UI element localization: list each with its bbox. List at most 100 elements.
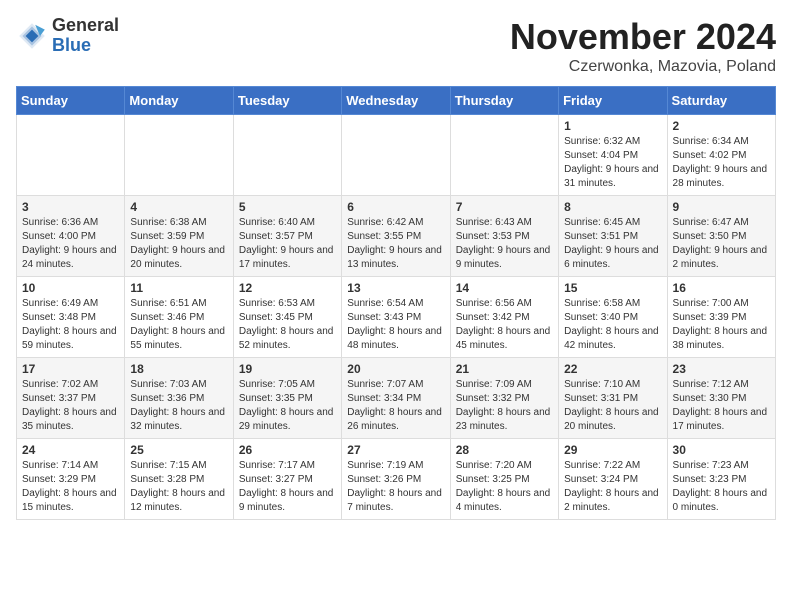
day-info: Sunrise: 6:51 AM Sunset: 3:46 PM Dayligh… [130,297,227,353]
calendar-cell: 12 Sunrise: 6:53 AM Sunset: 3:45 PM Dayli… [233,277,341,358]
location-subtitle: Czerwonka, Mazovia, Poland [510,58,776,76]
col-header-monday: Monday [125,87,233,115]
day-number: 13 [347,281,444,295]
calendar-cell: 5Sunrise: 6:40 AM Sunset: 3:57 PM Daylig… [233,196,341,277]
calendar-cell: 3 Sunrise: 6:36 AM Sunset: 4:00 PM Daylig… [17,196,125,277]
calendar-cell: 4 Sunrise: 6:38 AM Sunset: 3:59 PM Daylig… [125,196,233,277]
col-header-thursday: Thursday [450,87,558,115]
day-info: Sunrise: 6:43 AM Sunset: 3:53 PM Dayligh… [456,216,553,272]
calendar-cell: 10 Sunrise: 6:49 AM Sunset: 3:48 PM Dayli… [17,277,125,358]
calendar-cell [342,115,450,196]
calendar-cell: 27 Sunrise: 7:19 AM Sunset: 3:26 PM Dayli… [342,439,450,520]
calendar-cell: 23 Sunrise: 7:12 AM Sunset: 3:30 PM Dayli… [667,358,775,439]
calendar-cell: 20Sunrise: 7:07 AM Sunset: 3:34 PM Dayli… [342,358,450,439]
day-number: 3 [22,200,119,214]
calendar-cell: 28Sunrise: 7:20 AM Sunset: 3:25 PM Dayli… [450,439,558,520]
day-number: 21 [456,362,553,376]
calendar-cell: 30 Sunrise: 7:23 AM Sunset: 3:23 PM Dayli… [667,439,775,520]
calendar-cell: 18 Sunrise: 7:03 AM Sunset: 3:36 PM Dayli… [125,358,233,439]
day-number: 10 [22,281,119,295]
calendar-cell: 16 Sunrise: 7:00 AM Sunset: 3:39 PM Dayli… [667,277,775,358]
day-number: 16 [673,281,770,295]
day-info: Sunrise: 7:03 AM Sunset: 3:36 PM Dayligh… [130,378,227,434]
calendar-cell: 9 Sunrise: 6:47 AM Sunset: 3:50 PM Daylig… [667,196,775,277]
calendar-cell: 14 Sunrise: 6:56 AM Sunset: 3:42 PM Dayli… [450,277,558,358]
day-number: 23 [673,362,770,376]
day-number: 1 [564,119,661,133]
day-number: 14 [456,281,553,295]
title-block: November 2024 Czerwonka, Mazovia, Poland [510,16,776,76]
col-header-wednesday: Wednesday [342,87,450,115]
calendar-cell: 2 Sunrise: 6:34 AM Sunset: 4:02 PM Daylig… [667,115,775,196]
calendar-cell [125,115,233,196]
calendar-cell: 17Sunrise: 7:02 AM Sunset: 3:37 PM Dayli… [17,358,125,439]
calendar-table: SundayMondayTuesdayWednesdayThursdayFrid… [16,86,776,520]
calendar-cell: 11Sunrise: 6:51 AM Sunset: 3:46 PM Dayli… [125,277,233,358]
day-number: 20 [347,362,444,376]
day-info: Sunrise: 7:10 AM Sunset: 3:31 PM Dayligh… [564,378,661,434]
day-info: Sunrise: 6:42 AM Sunset: 3:55 PM Dayligh… [347,216,444,272]
col-header-saturday: Saturday [667,87,775,115]
calendar-cell [17,115,125,196]
calendar-cell: 21 Sunrise: 7:09 AM Sunset: 3:32 PM Dayli… [450,358,558,439]
day-info: Sunrise: 6:36 AM Sunset: 4:00 PM Dayligh… [22,216,119,272]
day-number: 24 [22,443,119,457]
day-number: 7 [456,200,553,214]
day-number: 2 [673,119,770,133]
calendar-cell [450,115,558,196]
logo: General Blue [16,16,119,56]
day-number: 27 [347,443,444,457]
day-number: 15 [564,281,661,295]
day-number: 6 [347,200,444,214]
day-info: Sunrise: 7:05 AM Sunset: 3:35 PM Dayligh… [239,378,336,434]
calendar-cell: 7 Sunrise: 6:43 AM Sunset: 3:53 PM Daylig… [450,196,558,277]
day-number: 19 [239,362,336,376]
month-title: November 2024 [510,16,776,58]
day-number: 30 [673,443,770,457]
logo-icon [16,20,48,52]
day-info: Sunrise: 7:00 AM Sunset: 3:39 PM Dayligh… [673,297,770,353]
calendar-cell: 29 Sunrise: 7:22 AM Sunset: 3:24 PM Dayli… [559,439,667,520]
day-number: 28 [456,443,553,457]
logo-text: General Blue [52,16,119,56]
day-info: Sunrise: 7:19 AM Sunset: 3:26 PM Dayligh… [347,459,444,515]
day-info: Sunrise: 7:23 AM Sunset: 3:23 PM Dayligh… [673,459,770,515]
calendar-cell: 25 Sunrise: 7:15 AM Sunset: 3:28 PM Dayli… [125,439,233,520]
calendar-cell: 1 Sunrise: 6:32 AM Sunset: 4:04 PM Daylig… [559,115,667,196]
calendar-cell: 6 Sunrise: 6:42 AM Sunset: 3:55 PM Daylig… [342,196,450,277]
calendar-cell [233,115,341,196]
day-info: Sunrise: 6:47 AM Sunset: 3:50 PM Dayligh… [673,216,770,272]
col-header-friday: Friday [559,87,667,115]
day-info: Sunrise: 7:12 AM Sunset: 3:30 PM Dayligh… [673,378,770,434]
day-info: Sunrise: 6:38 AM Sunset: 3:59 PM Dayligh… [130,216,227,272]
day-info: Sunrise: 6:56 AM Sunset: 3:42 PM Dayligh… [456,297,553,353]
day-info: Sunrise: 7:09 AM Sunset: 3:32 PM Dayligh… [456,378,553,434]
day-info: Sunrise: 6:34 AM Sunset: 4:02 PM Dayligh… [673,135,770,191]
calendar-cell: 15Sunrise: 6:58 AM Sunset: 3:40 PM Dayli… [559,277,667,358]
day-number: 17 [22,362,119,376]
col-header-tuesday: Tuesday [233,87,341,115]
calendar-cell: 13 Sunrise: 6:54 AM Sunset: 3:43 PM Dayli… [342,277,450,358]
col-header-sunday: Sunday [17,87,125,115]
day-number: 12 [239,281,336,295]
day-info: Sunrise: 7:22 AM Sunset: 3:24 PM Dayligh… [564,459,661,515]
page-header: General Blue November 2024 Czerwonka, Ma… [16,16,776,76]
day-number: 5 [239,200,336,214]
day-number: 29 [564,443,661,457]
day-info: Sunrise: 6:32 AM Sunset: 4:04 PM Dayligh… [564,135,661,191]
day-number: 9 [673,200,770,214]
day-number: 4 [130,200,227,214]
day-info: Sunrise: 7:15 AM Sunset: 3:28 PM Dayligh… [130,459,227,515]
day-number: 26 [239,443,336,457]
day-number: 25 [130,443,227,457]
day-number: 22 [564,362,661,376]
day-info: Sunrise: 6:53 AM Sunset: 3:45 PM Dayligh… [239,297,336,353]
day-number: 18 [130,362,227,376]
day-number: 8 [564,200,661,214]
day-info: Sunrise: 7:14 AM Sunset: 3:29 PM Dayligh… [22,459,119,515]
calendar-cell: 26Sunrise: 7:17 AM Sunset: 3:27 PM Dayli… [233,439,341,520]
calendar-cell: 22 Sunrise: 7:10 AM Sunset: 3:31 PM Dayli… [559,358,667,439]
day-info: Sunrise: 6:45 AM Sunset: 3:51 PM Dayligh… [564,216,661,272]
day-info: Sunrise: 6:49 AM Sunset: 3:48 PM Dayligh… [22,297,119,353]
day-info: Sunrise: 6:54 AM Sunset: 3:43 PM Dayligh… [347,297,444,353]
